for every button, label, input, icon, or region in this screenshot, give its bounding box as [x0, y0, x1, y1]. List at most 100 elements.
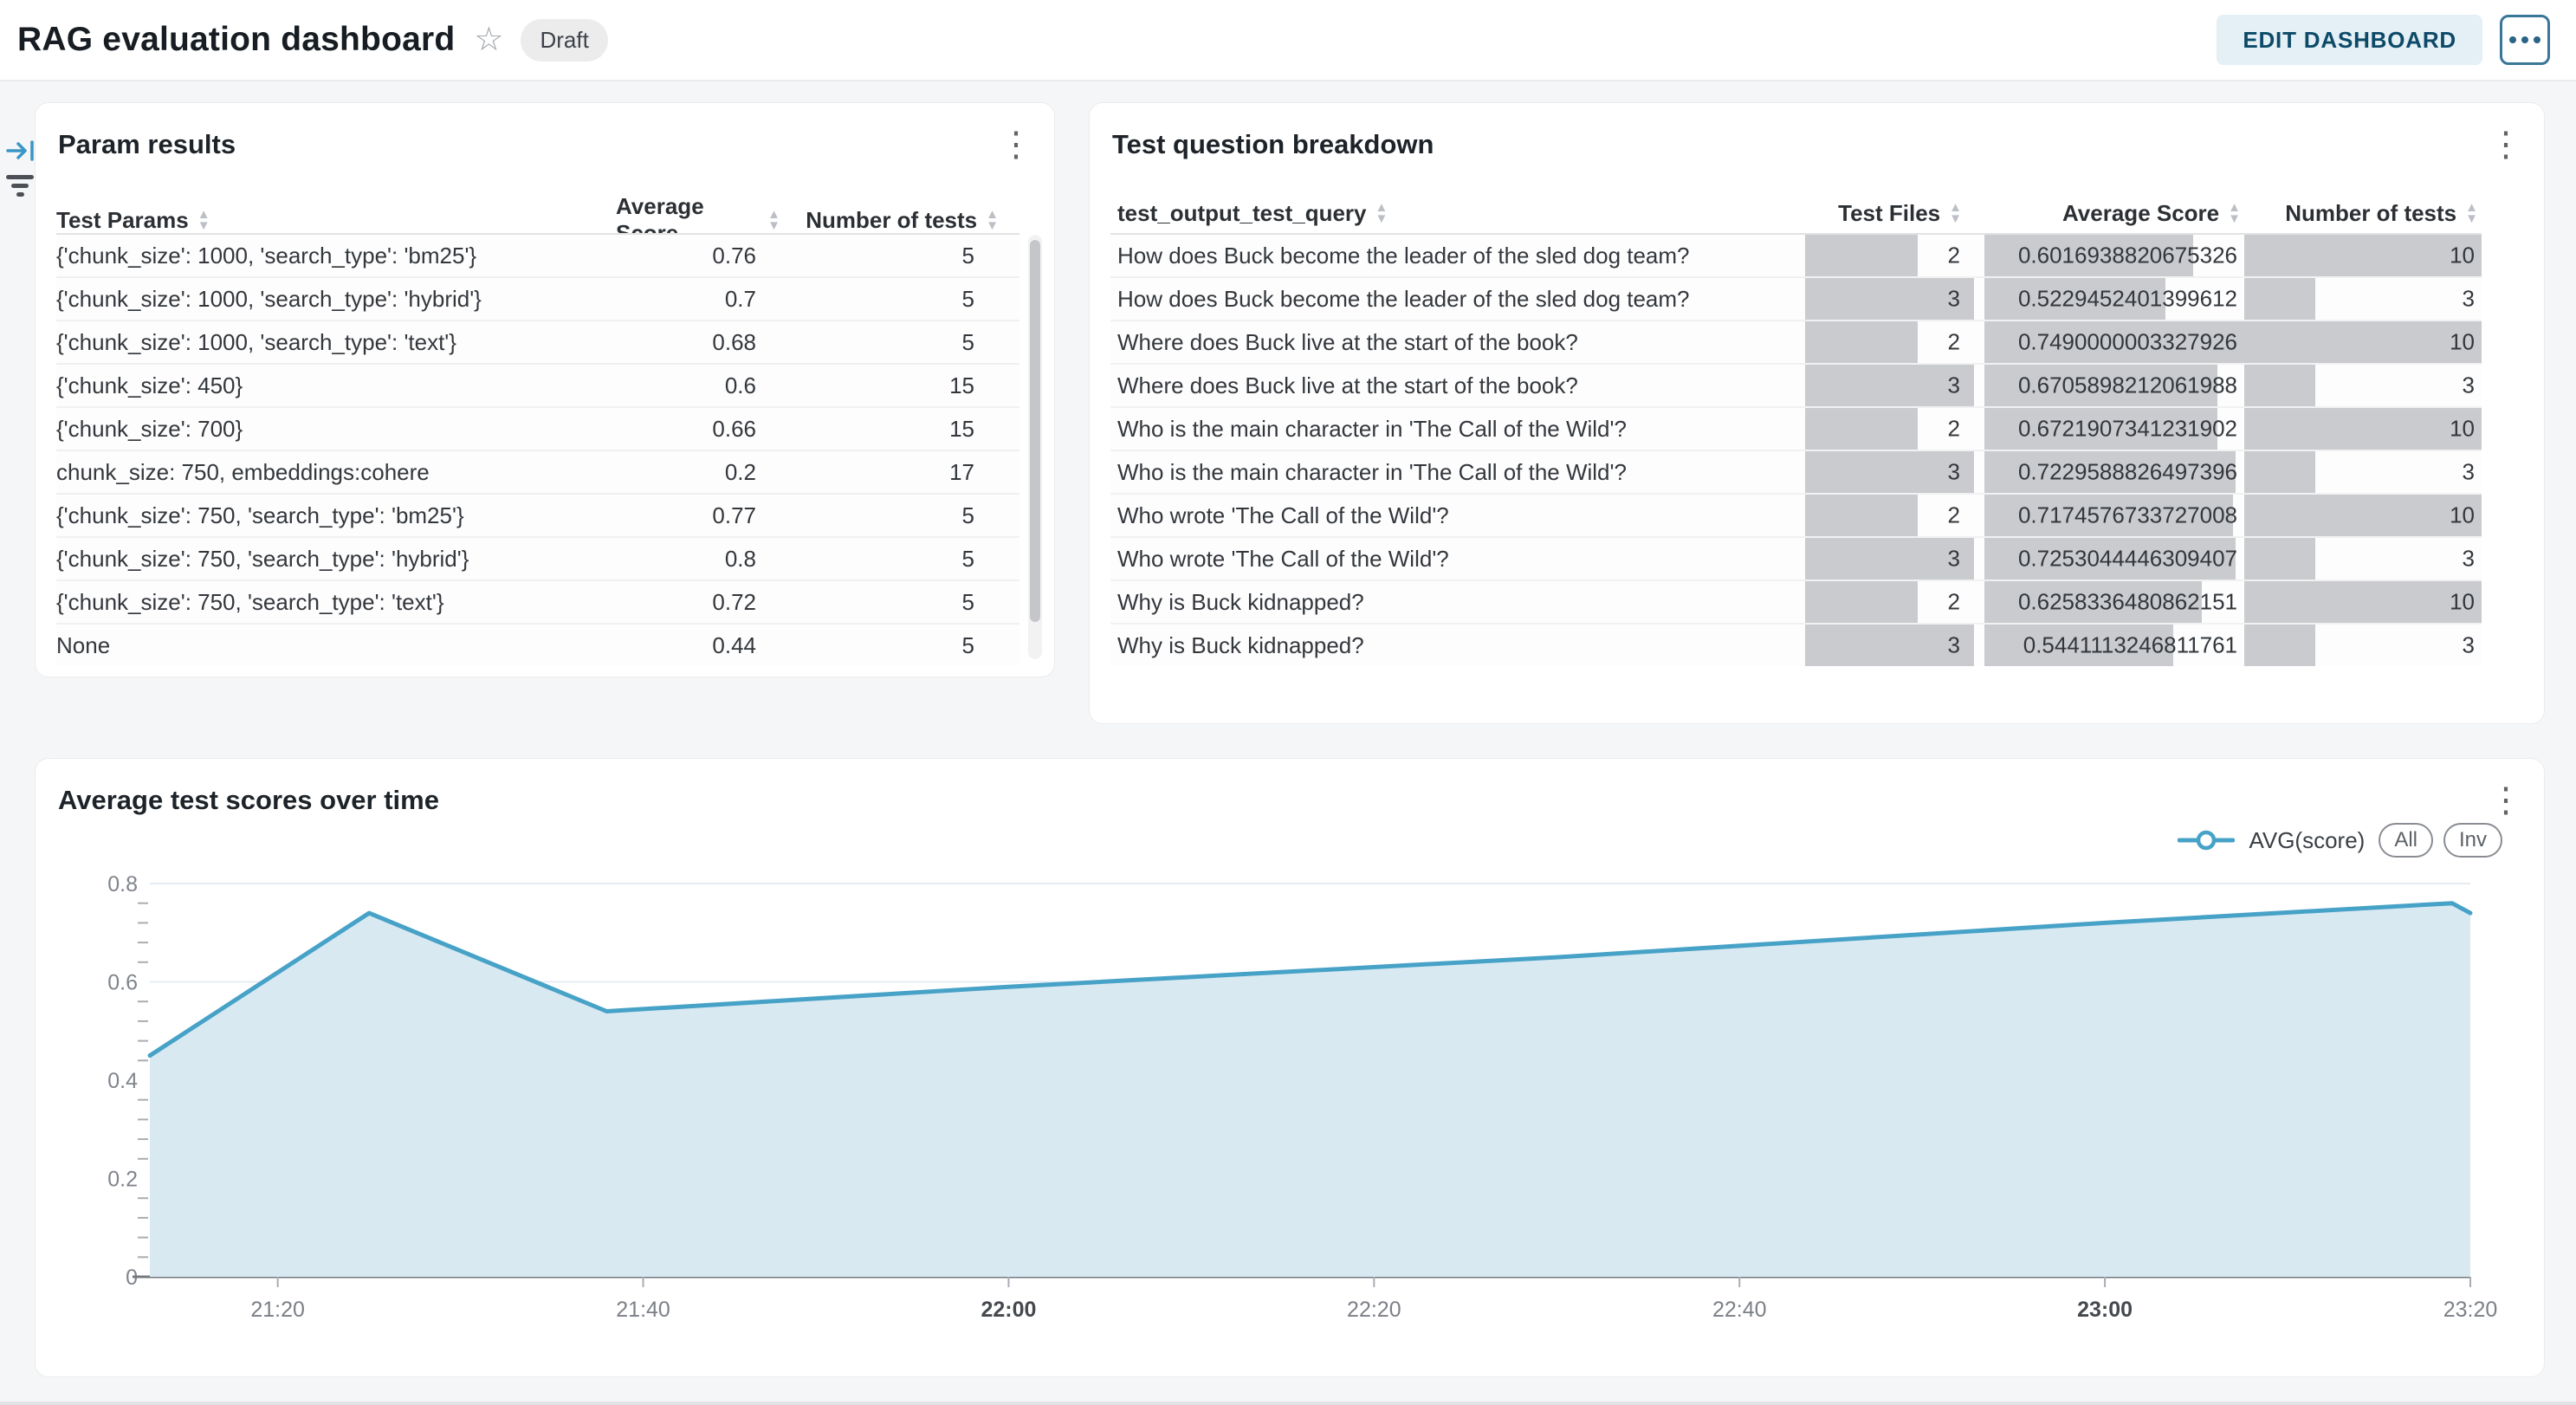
- data-bar-cell: 10: [2244, 235, 2482, 276]
- data-bar-cell: 10: [2244, 581, 2482, 623]
- table-row[interactable]: {'chunk_size': 750, 'search_type': 'text…: [56, 579, 1019, 623]
- scrollbar-thumb[interactable]: [1030, 240, 1040, 622]
- table-row[interactable]: Who is the main character in 'The Call o…: [1110, 450, 2482, 493]
- column-header[interactable]: Average Score▲▼: [1974, 200, 2244, 227]
- cell-test-params: {'chunk_size': 750, 'search_type': 'bm25…: [56, 502, 616, 529]
- data-bar-cell: 3: [1805, 365, 1974, 406]
- sort-icon[interactable]: ▲▼: [1949, 202, 1962, 224]
- cell-query: How does Buck become the leader of the s…: [1110, 286, 1805, 313]
- column-header[interactable]: Test Files▲▼: [1805, 200, 1974, 227]
- table-row[interactable]: Why is Buck kidnapped?30.544111324681176…: [1110, 623, 2482, 666]
- table-row[interactable]: {'chunk_size': 1000, 'search_type': 'hyb…: [56, 276, 1019, 320]
- data-bar: [1805, 495, 1918, 536]
- table-row[interactable]: Where does Buck live at the start of the…: [1110, 320, 2482, 363]
- data-bar-cell: 3: [2244, 538, 2482, 579]
- table-row[interactable]: Where does Buck live at the start of the…: [1110, 363, 2482, 406]
- sort-icon[interactable]: ▲▼: [2465, 202, 2478, 224]
- data-bar: [2244, 625, 2315, 666]
- cell-number-of-tests: 5: [780, 243, 1019, 269]
- panel-title: Param results: [58, 129, 236, 160]
- table-row[interactable]: Who is the main character in 'The Call o…: [1110, 406, 2482, 450]
- data-bar-cell: 0.7229588826497396: [1984, 451, 2244, 493]
- svg-text:22:40: 22:40: [1712, 1298, 1767, 1322]
- svg-text:22:00: 22:00: [981, 1298, 1036, 1322]
- table-header: test_output_test_query▲▼Test Files▲▼Aver…: [1110, 193, 2482, 233]
- kebab-menu-icon[interactable]: ⋮: [2489, 127, 2523, 162]
- data-bar-cell: 3: [1805, 451, 1974, 493]
- kebab-menu-icon[interactable]: ⋮: [999, 127, 1033, 162]
- column-header[interactable]: test_output_test_query▲▼: [1110, 200, 1805, 227]
- cell-number-of-tests: 5: [780, 329, 1019, 356]
- page-title: RAG evaluation dashboard: [17, 21, 455, 59]
- data-bar-cell: 3: [1805, 538, 1974, 579]
- table-row[interactable]: Who wrote 'The Call of the Wild'?30.7253…: [1110, 536, 2482, 579]
- status-badge: Draft: [521, 19, 607, 62]
- table-row[interactable]: {'chunk_size': 1000, 'search_type': 'tex…: [56, 320, 1019, 363]
- svg-text:0.6: 0.6: [107, 971, 138, 995]
- svg-text:0.2: 0.2: [107, 1168, 138, 1192]
- table-row[interactable]: None0.445: [56, 623, 1019, 666]
- cell-average-score: 0.72: [616, 589, 780, 616]
- data-bar-cell: 3: [2244, 625, 2482, 666]
- data-bar-cell: 2: [1805, 495, 1974, 536]
- cell-test-params: {'chunk_size': 750, 'search_type': 'text…: [56, 589, 616, 616]
- column-header[interactable]: Test Params▲▼: [56, 207, 616, 234]
- table-row[interactable]: {'chunk_size': 750, 'search_type': 'bm25…: [56, 493, 1019, 536]
- data-bar-cell: 0.6016938820675326: [1984, 235, 2244, 276]
- cell-number-of-tests: 5: [780, 502, 1019, 529]
- line-chart[interactable]: 00.20.40.60.821:2021:4022:0022:2022:4023…: [36, 759, 2544, 1376]
- ellipsis-icon: [2509, 36, 2516, 43]
- cell-average-score: 0.68: [616, 329, 780, 356]
- more-options-button[interactable]: [2500, 15, 2550, 65]
- cell-query: How does Buck become the leader of the s…: [1110, 243, 1805, 269]
- data-bar: [2244, 495, 2482, 536]
- panel-title: Test question breakdown: [1112, 129, 1434, 160]
- data-bar-cell: 3: [1805, 278, 1974, 320]
- data-bar: [2244, 278, 2315, 320]
- cell-query: Why is Buck kidnapped?: [1110, 589, 1805, 616]
- filter-icon[interactable]: [5, 175, 35, 197]
- cell-query: Who wrote 'The Call of the Wild'?: [1110, 502, 1805, 529]
- table-row[interactable]: {'chunk_size': 450}0.615: [56, 363, 1019, 406]
- cell-test-params: None: [56, 632, 616, 659]
- data-bar: [1805, 581, 1918, 623]
- collapse-panel-icon[interactable]: [5, 137, 36, 169]
- question-breakdown-panel: Test question breakdown ⋮ test_output_te…: [1089, 102, 2545, 724]
- cell-number-of-tests: 15: [780, 416, 1019, 443]
- table-row[interactable]: Who wrote 'The Call of the Wild'?20.7174…: [1110, 493, 2482, 536]
- sort-icon[interactable]: ▲▼: [767, 209, 780, 231]
- data-bar: [2244, 451, 2315, 493]
- edit-dashboard-button[interactable]: EDIT DASHBOARD: [2217, 15, 2482, 65]
- cell-test-params: {'chunk_size': 450}: [56, 372, 616, 399]
- column-header[interactable]: Number of tests▲▼: [780, 207, 1019, 234]
- data-bar-cell: 3: [1805, 625, 1974, 666]
- sort-icon[interactable]: ▲▼: [986, 209, 999, 231]
- table-row[interactable]: Why is Buck kidnapped?20.625833648086215…: [1110, 579, 2482, 623]
- table-row[interactable]: chunk_size: 750, embeddings:cohere0.217: [56, 450, 1019, 493]
- sort-icon[interactable]: ▲▼: [1375, 202, 1388, 224]
- data-bar-cell: 0.7253044446309407: [1984, 538, 2244, 579]
- table-row[interactable]: How does Buck become the leader of the s…: [1110, 233, 2482, 276]
- data-bar-cell: 3: [2244, 451, 2482, 493]
- cell-test-params: {'chunk_size': 700}: [56, 416, 616, 443]
- column-header[interactable]: Number of tests▲▼: [2244, 200, 2482, 227]
- data-bar-cell: 0.5229452401399612: [1984, 278, 2244, 320]
- table-row[interactable]: How does Buck become the leader of the s…: [1110, 276, 2482, 320]
- cell-average-score: 0.66: [616, 416, 780, 443]
- cell-average-score: 0.77: [616, 502, 780, 529]
- param-results-panel: Param results ⋮ Test Params▲▼Average Sco…: [35, 102, 1055, 677]
- cell-number-of-tests: 15: [780, 372, 1019, 399]
- sort-icon[interactable]: ▲▼: [2228, 202, 2241, 224]
- data-bar: [2244, 235, 2482, 276]
- cell-test-params: {'chunk_size': 1000, 'search_type': 'tex…: [56, 329, 616, 356]
- svg-text:21:20: 21:20: [250, 1298, 305, 1322]
- table-row[interactable]: {'chunk_size': 700}0.6615: [56, 406, 1019, 450]
- scrollbar[interactable]: [1028, 235, 1042, 659]
- data-bar-cell: 10: [2244, 408, 2482, 450]
- favorite-star-icon[interactable]: ☆: [474, 23, 503, 56]
- svg-text:22:20: 22:20: [1347, 1298, 1401, 1322]
- table-row[interactable]: {'chunk_size': 750, 'search_type': 'hybr…: [56, 536, 1019, 579]
- sort-icon[interactable]: ▲▼: [197, 209, 210, 231]
- cell-test-params: {'chunk_size': 1000, 'search_type': 'hyb…: [56, 286, 616, 313]
- table-row[interactable]: {'chunk_size': 1000, 'search_type': 'bm2…: [56, 233, 1019, 276]
